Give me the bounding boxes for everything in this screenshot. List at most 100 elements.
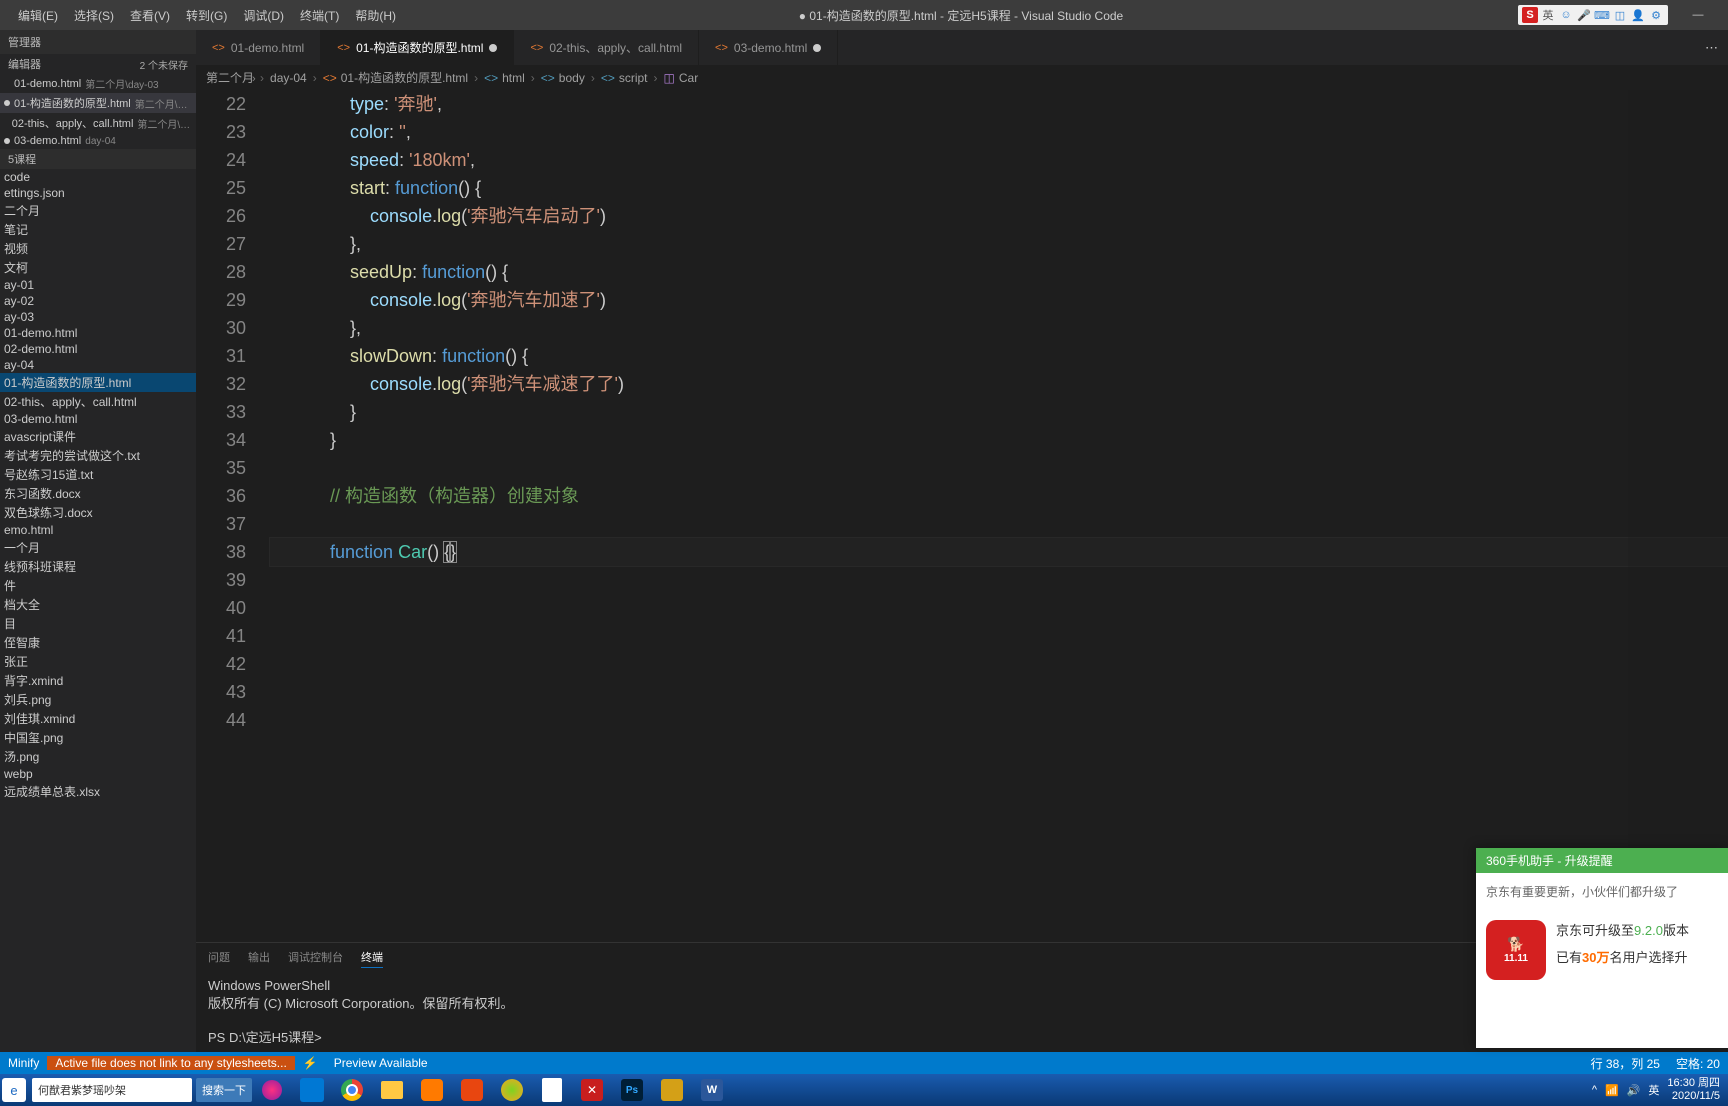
code-line[interactable]: color: '', [270, 118, 1728, 146]
status-stylesheet-warning[interactable]: Active file does not link to any stylesh… [47, 1056, 294, 1070]
taskbar-chrome[interactable] [332, 1074, 372, 1106]
menu-item[interactable]: 转到(G) [178, 3, 235, 28]
tree-item[interactable]: webp [0, 766, 196, 782]
minimap[interactable] [1628, 90, 1728, 942]
code-line[interactable]: }, [270, 230, 1728, 258]
tree-item[interactable]: ay-03 [0, 309, 196, 325]
menu-item[interactable]: 调试(D) [235, 3, 292, 28]
status-minify[interactable]: Minify [0, 1056, 47, 1070]
tree-item[interactable]: 中国玺.png [0, 728, 196, 747]
ime-settings-icon[interactable]: ⚙ [1648, 7, 1664, 23]
tree-item[interactable]: ay-02 [0, 293, 196, 309]
open-editor-item[interactable]: 03-demo.htmlday-04 [0, 133, 196, 149]
tree-item[interactable]: 双色球练习.docx [0, 503, 196, 522]
code-line[interactable]: seedUp: function() { [270, 258, 1728, 286]
taskbar-app-white[interactable] [532, 1074, 572, 1106]
open-editor-item[interactable]: 02-this、apply、call.html第二个月\day-... [0, 113, 196, 133]
code-line[interactable] [270, 454, 1728, 482]
taskbar-explorer[interactable] [372, 1074, 412, 1106]
browser-address-bar[interactable]: 何猷君紫梦瑶吵架 [32, 1078, 192, 1102]
code-line[interactable]: // 构造函数（构造器）创建对象 [270, 482, 1728, 510]
panel-tab[interactable]: 问题 [208, 947, 230, 968]
taskbar-word[interactable]: W [692, 1074, 732, 1106]
tree-item[interactable]: 文柯 [0, 258, 196, 277]
menu-item[interactable]: 编辑(E) [10, 3, 66, 28]
tree-item[interactable]: code [0, 169, 196, 185]
tree-item[interactable]: 背字.xmind [0, 671, 196, 690]
tree-item[interactable]: avascript课件 [0, 427, 196, 446]
code-line[interactable] [270, 650, 1728, 678]
tree-item[interactable]: 一个月 [0, 538, 196, 557]
ime-mic-icon[interactable]: 🎤 [1576, 7, 1592, 23]
menu-item[interactable]: 查看(V) [122, 3, 178, 28]
breadcrumb-item[interactable]: 第二个月 [206, 69, 254, 86]
taskbar-360[interactable] [492, 1074, 532, 1106]
code-editor[interactable]: 2223242526272829303132333435363738394041… [196, 90, 1728, 942]
tree-item[interactable]: 01-demo.html [0, 325, 196, 341]
breadcrumb-item[interactable]: day-04 [270, 71, 307, 85]
tray-volume-icon[interactable]: 🔊 [1627, 1084, 1641, 1097]
tree-item[interactable]: 汤.png [0, 747, 196, 766]
code-line[interactable]: speed: '180km', [270, 146, 1728, 174]
tree-item[interactable]: 刘佳琪.xmind [0, 709, 196, 728]
ime-box-icon[interactable]: ◫ [1612, 7, 1628, 23]
tree-item[interactable]: 目 [0, 614, 196, 633]
status-cursor-position[interactable]: 行 38，列 25 [1583, 1055, 1668, 1072]
tree-item[interactable]: 视频 [0, 239, 196, 258]
breadcrumb-item[interactable]: <> body [541, 71, 585, 85]
code-line[interactable] [270, 566, 1728, 594]
tree-item[interactable]: 侄智康 [0, 633, 196, 652]
ime-lang[interactable]: 英 [1540, 7, 1556, 23]
taskbar-app-x[interactable]: ✕ [572, 1074, 612, 1106]
panel-tab[interactable]: 调试控制台 [288, 947, 343, 968]
tree-item[interactable]: 二个月 [0, 201, 196, 220]
window-minimize[interactable]: — [1678, 5, 1718, 25]
tree-item[interactable]: 档大全 [0, 595, 196, 614]
code-line[interactable]: start: function() { [270, 174, 1728, 202]
status-lightning-icon[interactable]: ⚡ [295, 1056, 326, 1070]
tree-item[interactable]: 刘兵.png [0, 690, 196, 709]
taskbar-app-orange2[interactable] [452, 1074, 492, 1106]
code-line[interactable] [270, 594, 1728, 622]
code-line[interactable]: console.log('奔驰汽车启动了') [270, 202, 1728, 230]
code-line[interactable]: } [270, 398, 1728, 426]
breadcrumb-item[interactable]: ◫ Car [664, 71, 699, 85]
tray-up-icon[interactable]: ^ [1592, 1084, 1597, 1096]
taskbar-app-1[interactable] [252, 1074, 292, 1106]
collapse-marker-icon[interactable]: › [252, 73, 256, 85]
code-line[interactable]: console.log('奔驰汽车加速了') [270, 286, 1728, 314]
project-name[interactable]: 5课程 [0, 149, 196, 169]
ime-emoji-icon[interactable]: ☺ [1558, 7, 1574, 23]
tree-item[interactable]: 01-构造函数的原型.html [0, 373, 196, 392]
tree-item[interactable]: 笔记 [0, 220, 196, 239]
editor-tab[interactable]: <>03-demo.html [699, 30, 838, 65]
breadcrumbs[interactable]: 第二个月›day-04›<> 01-构造函数的原型.html›<> html›<… [196, 65, 1728, 90]
code-line[interactable]: } [270, 426, 1728, 454]
taskbar-app-yellow[interactable] [652, 1074, 692, 1106]
menu-item[interactable]: 终端(T) [292, 3, 347, 28]
menu-item[interactable]: 选择(S) [66, 3, 122, 28]
code-line[interactable] [270, 510, 1728, 538]
search-button[interactable]: 搜索一下 [196, 1078, 252, 1102]
breadcrumb-item[interactable]: <> script [601, 71, 648, 85]
tree-item[interactable]: 03-demo.html [0, 411, 196, 427]
panel-tab[interactable]: 终端 [361, 947, 383, 968]
tree-item[interactable]: emo.html [0, 522, 196, 538]
tree-item[interactable]: ay-01 [0, 277, 196, 293]
tree-item[interactable]: ettings.json [0, 185, 196, 201]
tree-item[interactable]: 张正 [0, 652, 196, 671]
open-editor-item[interactable]: 01-demo.html第二个月\day-03 [0, 74, 196, 93]
ime-keyboard-icon[interactable]: ⌨ [1594, 7, 1610, 23]
taskbar-app-orange1[interactable] [412, 1074, 452, 1106]
tree-item[interactable]: 东习函数.docx [0, 484, 196, 503]
ie-icon[interactable]: e [2, 1078, 26, 1102]
breadcrumb-item[interactable]: <> html [484, 71, 525, 85]
ime-person-icon[interactable]: 👤 [1630, 7, 1646, 23]
code-line[interactable]: console.log('奔驰汽车减速了了') [270, 370, 1728, 398]
tree-item[interactable]: 线预科班课程 [0, 557, 196, 576]
code-line[interactable] [270, 678, 1728, 706]
code-content[interactable]: type: '奔驰', color: '', speed: '180km', s… [270, 90, 1728, 942]
open-editor-item[interactable]: 01-构造函数的原型.html第二个月\day-04 [0, 93, 196, 113]
code-line[interactable]: }, [270, 314, 1728, 342]
status-indent[interactable]: 空格: 20 [1668, 1055, 1728, 1072]
